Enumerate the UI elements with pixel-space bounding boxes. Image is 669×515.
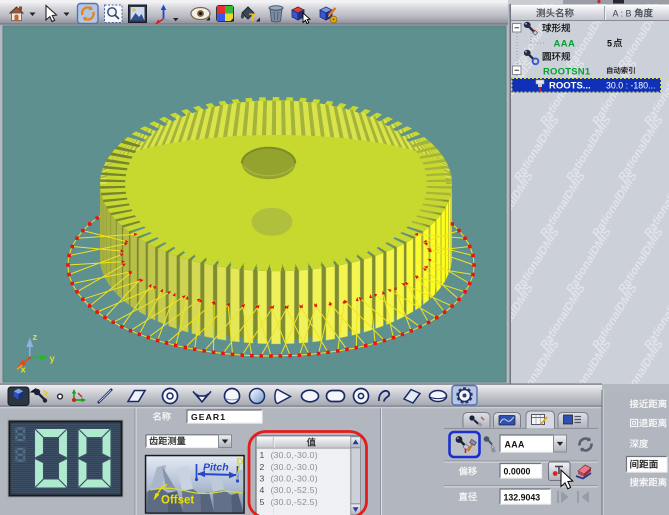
svg-text:(30.0,-52.5): (30.0,-52.5) bbox=[271, 485, 318, 495]
svg-text:D: D bbox=[237, 457, 244, 468]
svg-text:(30.0,-30.0): (30.0,-30.0) bbox=[271, 462, 318, 472]
svg-text:y: y bbox=[50, 354, 56, 365]
svg-text:ROOTS...: ROOTS... bbox=[549, 81, 591, 92]
svg-text:5: 5 bbox=[607, 39, 612, 49]
svg-text:AAA: AAA bbox=[554, 39, 576, 50]
svg-text:x: x bbox=[21, 365, 27, 376]
svg-text:30.0 : -180...: 30.0 : -180... bbox=[606, 81, 655, 91]
svg-text:AAA: AAA bbox=[505, 439, 526, 449]
svg-text:(30.0,-30.0): (30.0,-30.0) bbox=[271, 474, 318, 484]
svg-text:ROOTSN1: ROOTSN1 bbox=[543, 67, 591, 78]
svg-text:Pitch: Pitch bbox=[203, 462, 229, 474]
svg-text:132.9043: 132.9043 bbox=[504, 492, 541, 502]
svg-text:5: 5 bbox=[260, 497, 265, 507]
svg-text:A : B: A : B bbox=[613, 9, 632, 19]
svg-text:3: 3 bbox=[260, 474, 265, 484]
svg-text:1: 1 bbox=[260, 450, 265, 460]
svg-text:4: 4 bbox=[260, 485, 265, 495]
svg-text:T: T bbox=[249, 12, 256, 24]
svg-text:GEAR1: GEAR1 bbox=[191, 412, 226, 422]
svg-text:(30.0,-52.5): (30.0,-52.5) bbox=[271, 497, 318, 507]
svg-text:(30.0,-30.0): (30.0,-30.0) bbox=[271, 450, 318, 460]
svg-text:z: z bbox=[33, 332, 38, 343]
svg-text:2: 2 bbox=[260, 462, 265, 472]
svg-text:Offset: Offset bbox=[161, 495, 194, 507]
svg-text:0.0000: 0.0000 bbox=[504, 466, 531, 476]
